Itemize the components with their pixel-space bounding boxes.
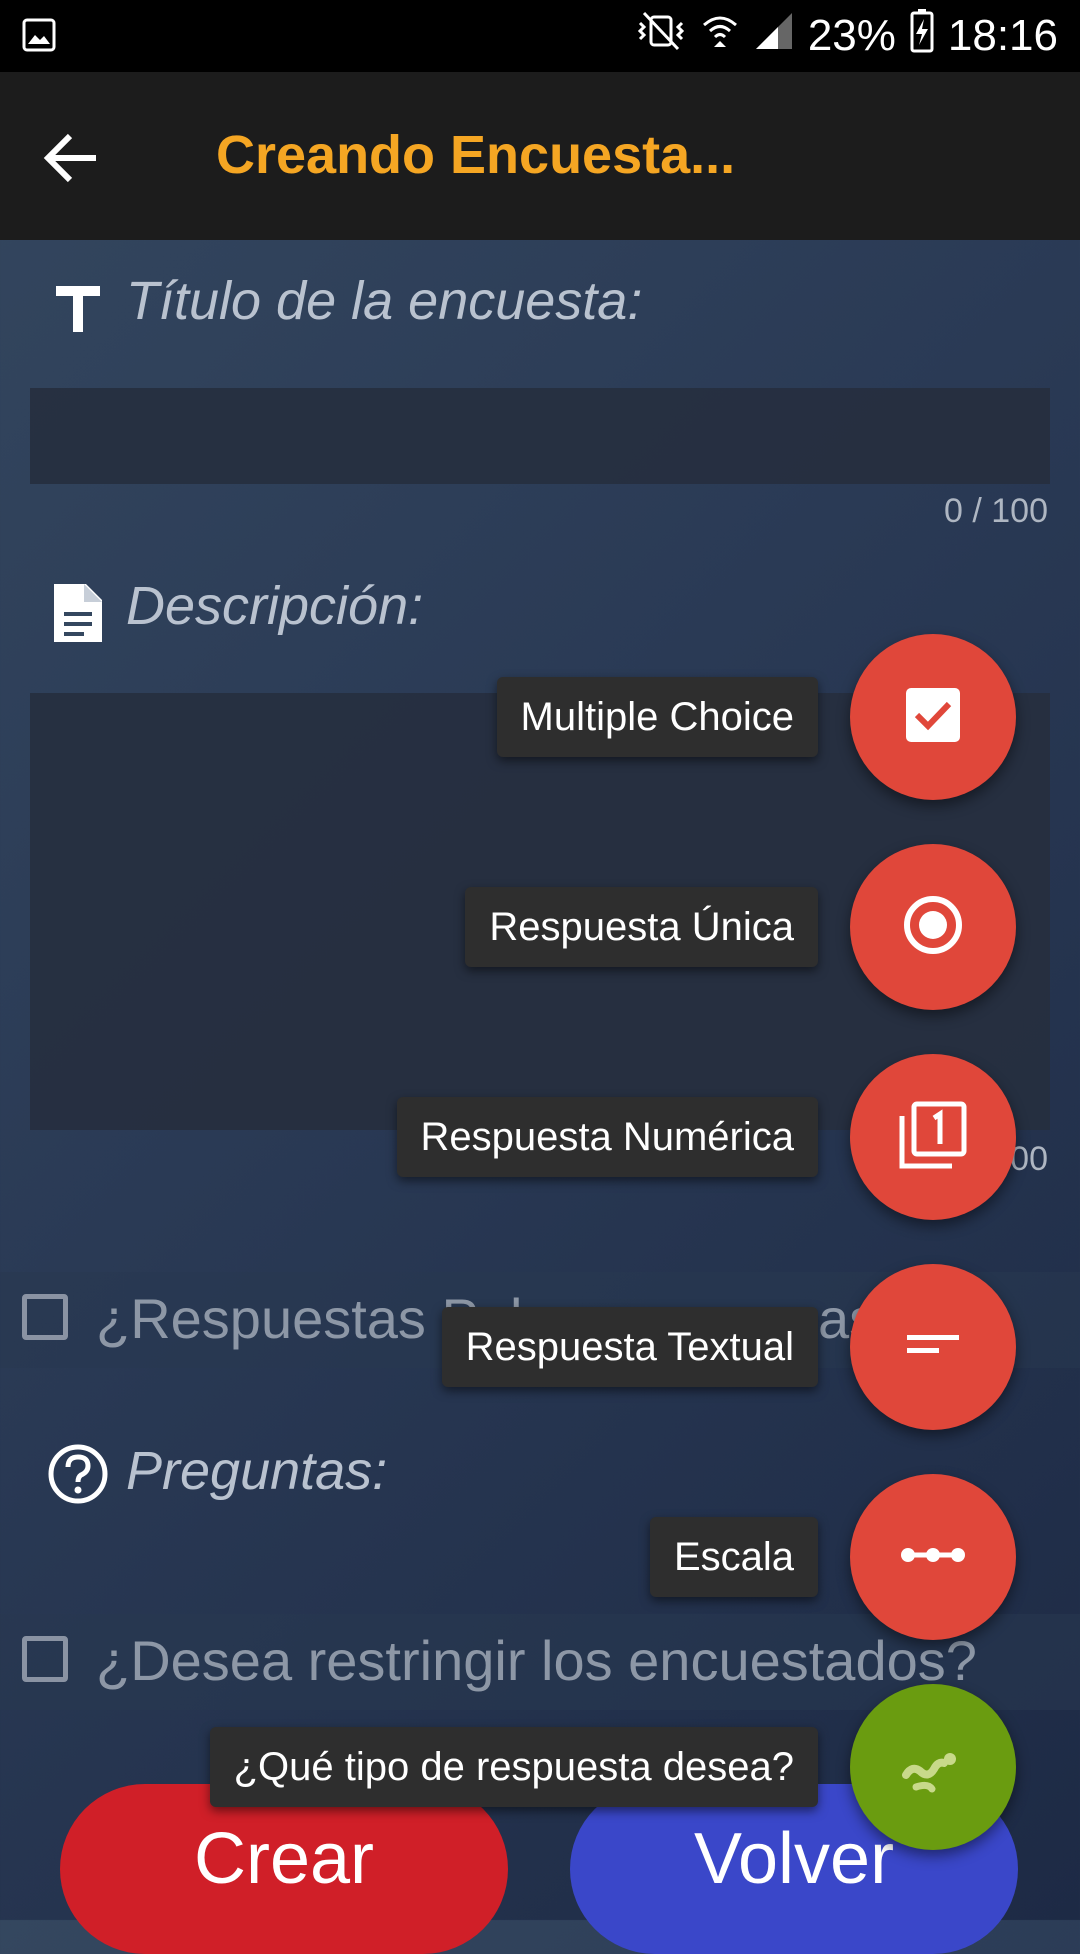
survey-title-label: Título de la encuesta: — [126, 271, 643, 331]
checkbox-icon — [904, 686, 962, 749]
scale-icon — [900, 1543, 966, 1572]
multiple-choice-fab[interactable] — [850, 634, 1016, 800]
survey-title-input[interactable] — [30, 388, 1050, 484]
title-text-icon — [50, 280, 106, 341]
clock: 18:16 — [947, 11, 1058, 60]
mute-vibrate-icon — [636, 11, 686, 62]
numeric-answer-fab[interactable] — [850, 1054, 1016, 1220]
numbered-stack-icon — [898, 1100, 968, 1175]
radio-button-icon — [901, 893, 965, 962]
single-answer-fab[interactable] — [850, 844, 1016, 1010]
scale-fab[interactable] — [850, 1474, 1016, 1640]
signal-icon — [754, 11, 794, 62]
answer-type-main-fab[interactable] — [850, 1684, 1016, 1850]
restrict-respondents-checkbox[interactable] — [22, 1636, 68, 1682]
gesture-icon — [898, 1735, 968, 1800]
answer-type-prompt-label: ¿Qué tipo de respuesta desea? — [209, 1727, 818, 1807]
description-label: Descripción: — [126, 576, 424, 636]
scale-label[interactable]: Escala — [649, 1517, 818, 1597]
wifi-icon — [700, 11, 740, 62]
text-answer-label[interactable]: Respuesta Textual — [441, 1307, 818, 1387]
back-arrow-icon[interactable] — [40, 126, 104, 190]
description-char-counter: 00 — [1010, 1140, 1048, 1178]
status-bar: 23% 18:16 — [0, 0, 1080, 72]
app-toolbar: Creando Encuesta... — [0, 72, 1080, 240]
short-text-icon — [905, 1330, 961, 1365]
help-circle-icon — [46, 1442, 110, 1511]
restrict-respondents-label: ¿Desea restringir los encuestados? — [96, 1629, 977, 1692]
public-results-checkbox[interactable] — [22, 1294, 68, 1340]
gallery-icon — [22, 18, 56, 57]
battery-percent: 23% — [807, 11, 896, 60]
numeric-answer-label[interactable]: Respuesta Numérica — [396, 1097, 818, 1177]
single-answer-label[interactable]: Respuesta Única — [465, 887, 818, 967]
title-char-counter: 0 / 100 — [944, 492, 1048, 530]
questions-label: Preguntas: — [126, 1441, 388, 1501]
text-answer-fab[interactable] — [850, 1264, 1016, 1430]
multiple-choice-label[interactable]: Multiple Choice — [496, 677, 818, 757]
create-button[interactable]: Crear — [60, 1784, 508, 1954]
page-title: Creando Encuesta... — [216, 125, 736, 185]
document-icon — [50, 580, 106, 651]
battery-charging-icon — [910, 8, 934, 64]
